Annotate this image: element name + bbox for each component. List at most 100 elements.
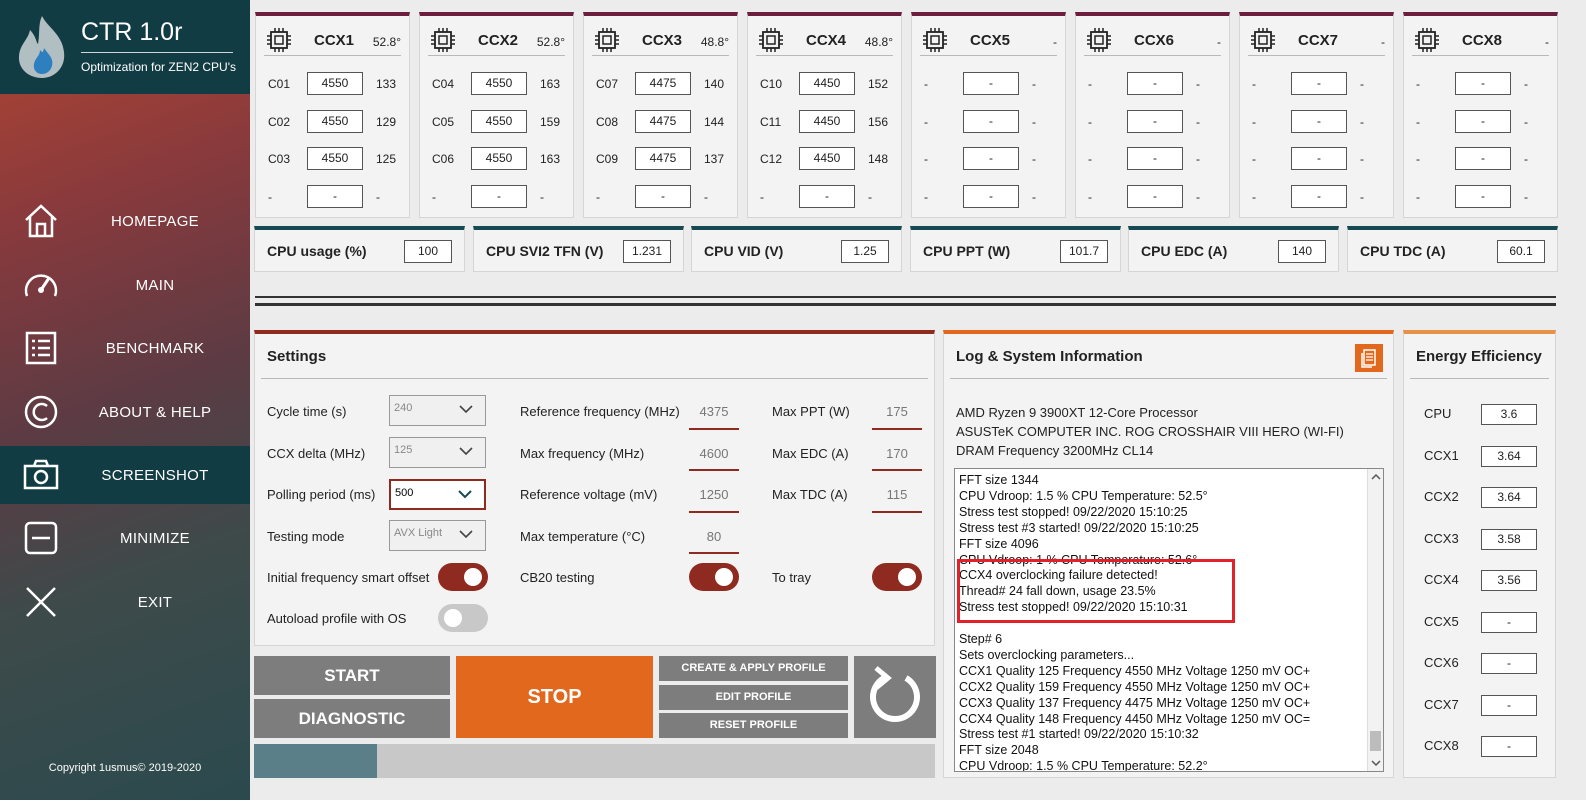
max-temp-label: Max temperature (°C) bbox=[520, 529, 646, 544]
core-frequency-field[interactable]: - bbox=[1127, 110, 1183, 133]
core-frequency-field[interactable]: - bbox=[471, 185, 527, 208]
log-line: CCX4 Quality 148 Frequency 4450 MHz Volt… bbox=[959, 711, 1311, 726]
core-frequency-field[interactable]: - bbox=[963, 72, 1019, 95]
autoload-toggle[interactable] bbox=[438, 604, 488, 632]
core-frequency-field[interactable]: 4550 bbox=[471, 147, 527, 170]
log-textbox[interactable]: FFT size 1344 CPU Vdroop: 1.5 % CPU Tempe… bbox=[954, 468, 1384, 772]
core-row: C09 4475 137 bbox=[584, 147, 737, 171]
stat-panel: CPU TDC (A) 60.1 bbox=[1347, 226, 1558, 272]
core-frequency-field[interactable]: 4550 bbox=[471, 110, 527, 133]
core-quality: 159 bbox=[540, 115, 561, 129]
brand-header: CTR 1.0r Optimization for ZEN2 CPU's bbox=[0, 0, 250, 94]
core-frequency-field[interactable]: - bbox=[1127, 72, 1183, 95]
stat-panel: CPU VID (V) 1.25 bbox=[691, 226, 902, 272]
cb20-toggle[interactable] bbox=[689, 563, 739, 591]
core-frequency-field[interactable]: - bbox=[799, 185, 855, 208]
max-temp-input[interactable]: 80 bbox=[689, 529, 739, 544]
core-row: --- bbox=[1404, 110, 1557, 134]
core-frequency-field[interactable]: - bbox=[1455, 147, 1511, 170]
testing-mode-select[interactable]: AVX Light bbox=[389, 520, 486, 551]
nav-minimize-label: MINIMIZE bbox=[120, 529, 190, 547]
log-scrollbar[interactable] bbox=[1367, 469, 1383, 771]
nav-about-help[interactable]: ABOUT & HELP bbox=[0, 383, 250, 441]
core-frequency-field[interactable]: 4550 bbox=[307, 72, 363, 95]
sidebar: CTR 1.0r Optimization for ZEN2 CPU's HOM… bbox=[0, 0, 250, 800]
log-line: FFT size 4096 bbox=[959, 536, 1039, 551]
settings-title: Settings bbox=[267, 348, 327, 365]
ccx-delta-select[interactable]: 125 bbox=[389, 437, 486, 468]
flame-logo-icon bbox=[18, 16, 65, 78]
initial-offset-toggle[interactable] bbox=[438, 563, 488, 591]
core-row: C08 4475 144 bbox=[584, 110, 737, 134]
core-frequency-field[interactable]: - bbox=[963, 185, 1019, 208]
chevron-down-icon bbox=[459, 405, 473, 414]
max-freq-input[interactable]: 4600 bbox=[689, 446, 739, 461]
core-frequency-field[interactable]: 4475 bbox=[635, 72, 691, 95]
energy-label: CCX8 bbox=[1424, 738, 1459, 753]
to-tray-toggle[interactable] bbox=[872, 563, 922, 591]
core-frequency-field[interactable]: 4550 bbox=[307, 147, 363, 170]
refresh-button[interactable] bbox=[854, 656, 936, 738]
core-frequency-field[interactable]: 4550 bbox=[471, 72, 527, 95]
scrollbar-thumb[interactable] bbox=[1370, 731, 1381, 751]
polling-period-select[interactable]: 500 bbox=[389, 479, 486, 510]
nav-minimize[interactable]: MINIMIZE bbox=[0, 509, 250, 567]
stop-button[interactable]: STOP bbox=[456, 656, 653, 738]
reset-profile-button[interactable]: RESET PROFILE bbox=[659, 713, 848, 738]
ccx-panel-5: CCX5 - ------------ bbox=[911, 12, 1066, 218]
ref-volt-input[interactable]: 1250 bbox=[689, 487, 739, 502]
max-edc-input[interactable]: 170 bbox=[872, 446, 922, 461]
core-frequency-field[interactable]: 4450 bbox=[799, 147, 855, 170]
copy-log-button[interactable] bbox=[1355, 344, 1383, 372]
nav-main[interactable]: MAIN bbox=[0, 256, 250, 314]
core-frequency-field[interactable]: - bbox=[1291, 147, 1347, 170]
core-frequency-field[interactable]: - bbox=[1455, 110, 1511, 133]
core-frequency-field[interactable]: - bbox=[635, 185, 691, 208]
core-frequency-field[interactable]: 4450 bbox=[799, 110, 855, 133]
diagnostic-button[interactable]: DIAGNOSTIC bbox=[254, 699, 450, 738]
start-button[interactable]: START bbox=[254, 656, 450, 695]
core-frequency-field[interactable]: 4550 bbox=[307, 110, 363, 133]
ref-freq-input[interactable]: 4375 bbox=[689, 404, 739, 419]
stat-value: 101.7 bbox=[1060, 240, 1108, 263]
max-ppt-input[interactable]: 175 bbox=[872, 404, 922, 419]
core-frequency-field[interactable]: - bbox=[1127, 185, 1183, 208]
core-frequency-field[interactable]: 4450 bbox=[799, 72, 855, 95]
scroll-down-icon[interactable] bbox=[1371, 759, 1381, 767]
energy-value: 3.56 bbox=[1481, 570, 1537, 591]
cpu-chip-icon bbox=[1087, 28, 1111, 52]
ccx-header: CCX5 - bbox=[920, 24, 1057, 56]
core-frequency-field[interactable]: - bbox=[1455, 72, 1511, 95]
max-freq-label: Max frequency (MHz) bbox=[520, 446, 645, 461]
core-frequency-field[interactable]: - bbox=[1291, 72, 1347, 95]
ccx-header: CCX8 - bbox=[1412, 24, 1549, 56]
stat-value: 60.1 bbox=[1497, 240, 1545, 263]
core-frequency-field[interactable]: 4475 bbox=[635, 110, 691, 133]
core-frequency-field[interactable]: - bbox=[307, 185, 363, 208]
stat-value: 140 bbox=[1278, 240, 1326, 263]
scroll-up-icon[interactable] bbox=[1371, 473, 1381, 481]
edit-profile-button[interactable]: EDIT PROFILE bbox=[659, 685, 848, 710]
nav-screenshot[interactable]: SCREENSHOT bbox=[0, 446, 250, 504]
core-frequency-field[interactable]: - bbox=[963, 147, 1019, 170]
core-frequency-field[interactable]: - bbox=[1291, 185, 1347, 208]
nav-benchmark[interactable]: BENCHMARK bbox=[0, 319, 250, 377]
nav-homepage[interactable]: HOMEPAGE bbox=[0, 192, 250, 250]
ref-freq-underline bbox=[689, 428, 739, 430]
core-frequency-field[interactable]: - bbox=[1455, 185, 1511, 208]
max-tdc-input[interactable]: 115 bbox=[872, 487, 922, 502]
ccx-temperature: - bbox=[1545, 35, 1549, 49]
create-apply-profile-button[interactable]: CREATE & APPLY PROFILE bbox=[659, 656, 848, 681]
core-row: --- bbox=[1240, 110, 1393, 134]
max-temp-underline bbox=[689, 552, 739, 554]
core-frequency-field[interactable]: - bbox=[963, 110, 1019, 133]
nav-exit[interactable]: EXIT bbox=[0, 573, 250, 631]
cycle-time-select[interactable]: 240 bbox=[389, 395, 486, 426]
core-frequency-field[interactable]: - bbox=[1127, 147, 1183, 170]
core-frequency-field[interactable]: 4475 bbox=[635, 147, 691, 170]
core-row: C10 4450 152 bbox=[748, 72, 901, 96]
core-frequency-field[interactable]: - bbox=[1291, 110, 1347, 133]
max-ppt-label: Max PPT (W) bbox=[772, 404, 850, 419]
energy-label: CCX1 bbox=[1424, 447, 1459, 463]
refresh-icon bbox=[870, 666, 920, 723]
